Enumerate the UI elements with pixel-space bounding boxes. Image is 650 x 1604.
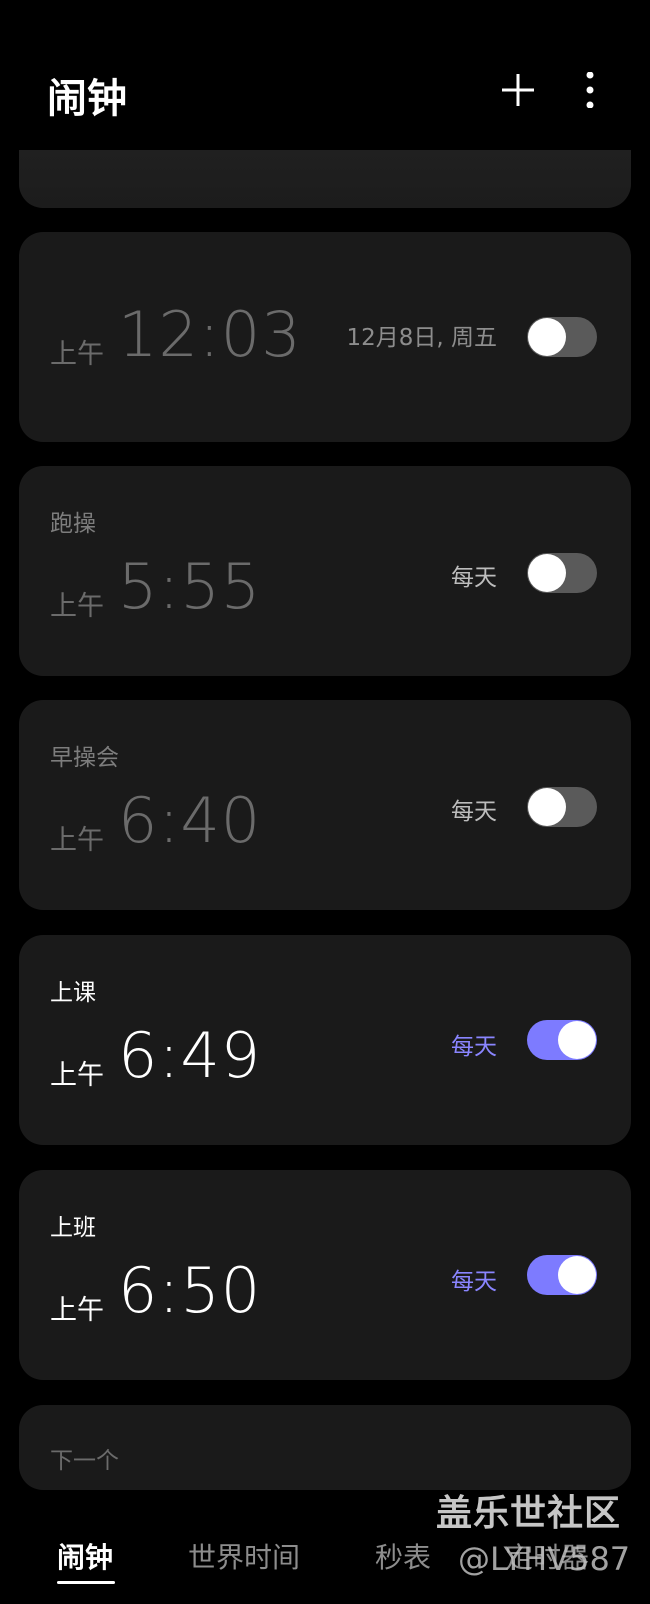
watermark-user: @LYHV587 [458,1540,631,1578]
alarm-ampm: 上午 [50,1295,104,1326]
alarm-card[interactable]: 上班 上午 6:50 每天 [19,1170,631,1380]
alarm-time: 5:55 [118,550,262,623]
alarm-ampm: 上午 [50,825,104,856]
alarm-repeat: 每天 [451,799,497,825]
tab-alarm[interactable]: 闹钟 [57,1536,113,1576]
next-alarm-card[interactable]: 下一个 [19,1405,631,1490]
alarm-toggle[interactable] [527,1255,597,1295]
alarm-time: 6:40 [118,784,262,857]
alarm-time: 12:03 [118,298,302,371]
alarm-repeat: 每天 [451,565,497,591]
alarm-toggle[interactable] [527,1020,597,1060]
alarm-name: 跑操 [50,511,96,537]
alarm-card[interactable]: 早操会 上午 6:40 每天 [19,700,631,910]
toggle-knob [558,1021,596,1059]
alarm-name: 上课 [50,980,96,1006]
alarm-toggle[interactable] [527,787,597,827]
plus-icon [502,74,534,106]
top-app-bar: 闹钟 [0,0,650,150]
page-title: 闹钟 [47,76,127,122]
add-alarm-button[interactable] [500,72,536,108]
alarm-ampm: 上午 [50,591,104,622]
more-vertical-icon [586,71,594,109]
toggle-knob [528,554,566,592]
watermark-site: 盖乐世社区 [436,1493,622,1534]
alarm-time: 6:49 [118,1019,262,1092]
alarm-toggle[interactable] [527,553,597,593]
next-label: 下一个 [50,1448,119,1474]
alarm-time: 6:50 [118,1254,262,1327]
more-options-button[interactable] [572,71,608,109]
alarm-repeat: 每天 [451,1034,497,1060]
active-tab-indicator [57,1581,115,1584]
alarm-card[interactable]: 跑操 上午 5:55 每天 [19,466,631,676]
alarm-name: 上班 [50,1215,96,1241]
alarm-toggle[interactable] [527,317,597,357]
tab-world-clock[interactable]: 世界时间 [188,1536,300,1576]
alarm-card[interactable]: 上午 12:03 12月8日, 周五 [19,232,631,442]
alarm-date: 12月8日, 周五 [346,325,497,351]
alarm-card[interactable]: 上课 上午 6:49 每天 [19,935,631,1145]
alarm-name: 早操会 [50,745,119,771]
toggle-knob [528,318,566,356]
alarm-repeat: 每天 [451,1269,497,1295]
toggle-knob [558,1256,596,1294]
alarm-ampm: 上午 [50,339,104,370]
toggle-knob [528,788,566,826]
tab-stopwatch[interactable]: 秒表 [375,1536,431,1576]
alarm-ampm: 上午 [50,1060,104,1091]
